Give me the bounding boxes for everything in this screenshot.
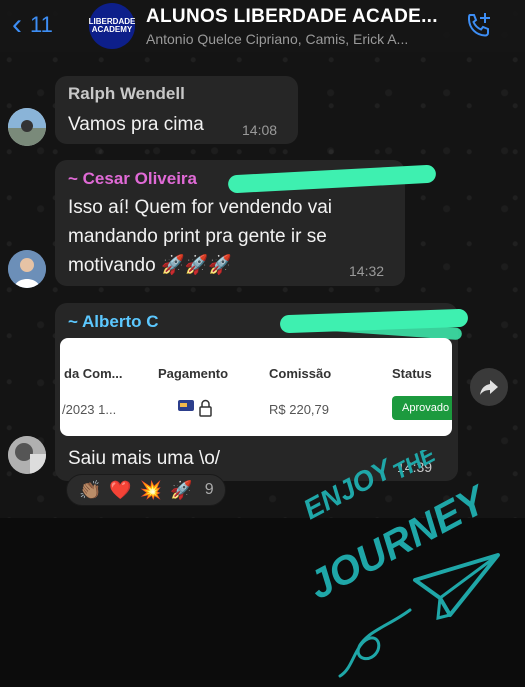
- enjoy-the-journey-sticker[interactable]: ENJOY THE JOURNEY: [290, 450, 520, 682]
- message-time: 14:32: [349, 263, 385, 279]
- cell-commission: R$ 220,79: [269, 402, 329, 417]
- message-text: Vamos pra cima: [68, 114, 204, 135]
- message-line: mandando print pra gente ir se: [68, 226, 327, 247]
- avatar-cesar[interactable]: [8, 250, 46, 288]
- back-button[interactable]: ‹ 11: [12, 10, 53, 40]
- col-header-commission: Comissão: [269, 366, 332, 381]
- col-header-status: Status: [392, 366, 432, 381]
- reaction-clap: 👏🏽: [79, 479, 102, 500]
- group-avatar-text-bottom: ACADEMY: [91, 25, 133, 34]
- forward-button[interactable]: [470, 368, 508, 406]
- message-line: Isso aí! Quem for vendendo vai: [68, 197, 333, 218]
- reaction-heart: ❤️: [109, 479, 132, 500]
- group-members[interactable]: Antonio Quelce Cipriano, Camis, Erick A.…: [146, 31, 408, 47]
- col-header-date: da Com...: [64, 366, 123, 381]
- avatar-ralph[interactable]: [8, 108, 46, 146]
- reaction-count: 9: [204, 481, 214, 498]
- screenshot-image[interactable]: da Com... Pagamento Comissão Status /202…: [60, 338, 452, 436]
- message-time: 14:08: [242, 122, 278, 138]
- unread-count: 11: [30, 12, 53, 37]
- chat-header: ‹ 11 LIBERDADE ACADEMY ALUNOS LIBERDADE …: [0, 0, 525, 52]
- avatar-alberto[interactable]: [8, 436, 46, 474]
- payment-method-icon: [178, 399, 212, 417]
- forward-arrow-icon: [480, 380, 498, 395]
- status-badge: Aprovado: [392, 396, 452, 420]
- col-header-payment: Pagamento: [158, 366, 229, 381]
- sender-name: ~ Cesar Oliveira: [68, 169, 198, 188]
- reaction-rocket: 🚀: [170, 479, 193, 500]
- message-bubble-ralph[interactable]: Ralph Wendell Vamos pra cima 14:08: [55, 76, 298, 144]
- chevron-left-icon: ‹: [12, 8, 22, 41]
- sticker-text-enjoy: ENJOY: [298, 452, 398, 525]
- paper-plane-icon: [413, 553, 500, 620]
- reaction-boom: 💥: [139, 479, 163, 500]
- group-avatar[interactable]: LIBERDADE ACADEMY: [89, 3, 135, 49]
- message-line: motivando 🚀🚀🚀: [68, 255, 232, 276]
- sticker-dashed-trail: [338, 608, 412, 678]
- sender-name: Ralph Wendell: [68, 84, 185, 103]
- cell-date: /2023 1...: [62, 402, 117, 417]
- message-text: Saiu mais uma \o/: [68, 448, 221, 469]
- add-call-icon[interactable]: [463, 10, 495, 42]
- sticker-text-the: THE: [389, 450, 441, 484]
- group-title[interactable]: ALUNOS LIBERDADE ACADE...: [146, 6, 438, 28]
- reactions-bar[interactable]: 👏🏽 ❤️ 💥 🚀 9: [66, 474, 226, 506]
- sender-name: ~ Alberto C: [68, 312, 159, 331]
